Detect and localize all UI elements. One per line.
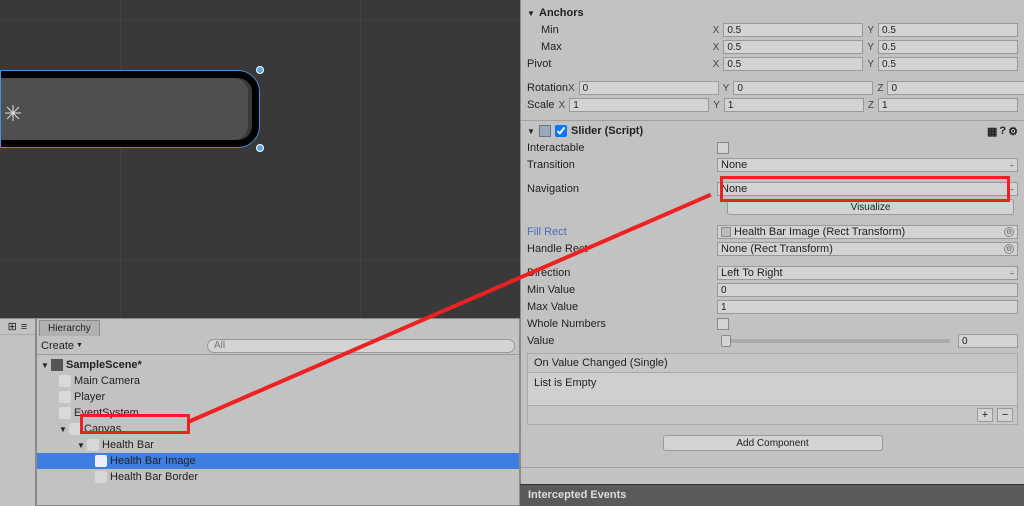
- help-icon[interactable]: ?: [999, 125, 1006, 138]
- value-input[interactable]: [958, 334, 1018, 348]
- resize-handle[interactable]: [256, 66, 264, 74]
- anchor-max-x[interactable]: [723, 40, 863, 54]
- script-icon: [539, 125, 551, 137]
- create-dropdown[interactable]: Create▼: [41, 340, 83, 352]
- event-title: On Value Changed (Single): [528, 354, 1017, 373]
- unity-icon: [51, 359, 63, 371]
- min-value-input[interactable]: [717, 283, 1018, 297]
- resize-handle[interactable]: [256, 144, 264, 152]
- hierarchy-item[interactable]: Health Bar Border: [37, 469, 519, 485]
- pivot-x[interactable]: [723, 57, 863, 71]
- hierarchy-item[interactable]: Main Camera: [37, 373, 519, 389]
- hierarchy-item[interactable]: EventSystem: [37, 405, 519, 421]
- visualize-button[interactable]: Visualize: [727, 199, 1014, 215]
- hierarchy-tab[interactable]: Hierarchy: [37, 319, 519, 337]
- hierarchy-tree: ▼SampleScene* Main Camera Player EventSy…: [37, 355, 519, 487]
- add-component-button[interactable]: Add Component: [663, 435, 883, 451]
- interactable-checkbox[interactable]: [717, 142, 729, 154]
- scale-x[interactable]: [569, 98, 709, 112]
- anchor-min-y[interactable]: [878, 23, 1018, 37]
- unity-event-box: On Value Changed (Single) List is Empty …: [527, 353, 1018, 425]
- dock-icon[interactable]: ≡: [21, 321, 27, 333]
- component-enabled-checkbox[interactable]: [555, 125, 567, 137]
- move-gizmo-icon[interactable]: [4, 104, 22, 122]
- inspector-panel: ▼Anchors Min X Y Max X Y Pivot X Y Rotat…: [520, 0, 1024, 506]
- value-slider[interactable]: [721, 339, 950, 343]
- scale-y[interactable]: [724, 98, 864, 112]
- hierarchy-item[interactable]: ▼Health Bar: [37, 437, 519, 453]
- health-bar-object[interactable]: [0, 70, 264, 148]
- rot-y[interactable]: [733, 81, 873, 95]
- object-picker-icon[interactable]: ⊙: [1004, 244, 1014, 254]
- slider-component-header[interactable]: ▼ Slider (Script) ▦?⚙: [527, 123, 1018, 139]
- hierarchy-panel: Hierarchy Create▼ ▼SampleScene* Main Cam…: [36, 318, 520, 506]
- hierarchy-item[interactable]: Player: [37, 389, 519, 405]
- anchor-min-x[interactable]: [723, 23, 863, 37]
- reference-icon[interactable]: ▦: [987, 125, 997, 138]
- rect-transform-icon: [721, 227, 731, 237]
- dock-icon[interactable]: ⊞: [8, 320, 17, 333]
- rot-x[interactable]: [579, 81, 719, 95]
- scene-view[interactable]: [0, 0, 520, 318]
- pivot-y[interactable]: [878, 57, 1018, 71]
- navigation-dropdown[interactable]: None÷: [717, 182, 1018, 196]
- handle-rect-field[interactable]: None (Rect Transform)⊙: [717, 242, 1018, 256]
- intercepted-events-header[interactable]: Intercepted Events: [520, 484, 1024, 506]
- event-empty-label: List is Empty: [528, 373, 1017, 405]
- gear-icon[interactable]: ⚙: [1008, 125, 1018, 138]
- scale-z[interactable]: [878, 98, 1018, 112]
- event-add-button[interactable]: +: [977, 408, 993, 422]
- object-picker-icon[interactable]: ⊙: [1004, 227, 1014, 237]
- direction-dropdown[interactable]: Left To Right÷: [717, 266, 1018, 280]
- search-input[interactable]: [207, 339, 515, 353]
- event-remove-button[interactable]: −: [997, 408, 1013, 422]
- hierarchy-item-selected[interactable]: Health Bar Image: [37, 453, 519, 469]
- rot-z[interactable]: [887, 81, 1024, 95]
- max-value-input[interactable]: [717, 300, 1018, 314]
- whole-numbers-checkbox[interactable]: [717, 318, 729, 330]
- scene-row[interactable]: ▼SampleScene*: [37, 357, 519, 373]
- hierarchy-item[interactable]: ▼Canvas: [37, 421, 519, 437]
- anchor-max-y[interactable]: [878, 40, 1018, 54]
- transition-dropdown[interactable]: None÷: [717, 158, 1018, 172]
- side-dock: ⊞≡: [0, 318, 36, 506]
- health-bar-border: [0, 70, 260, 148]
- hierarchy-search[interactable]: [207, 339, 515, 353]
- fill-rect-field[interactable]: Health Bar Image (Rect Transform)⊙: [717, 225, 1018, 239]
